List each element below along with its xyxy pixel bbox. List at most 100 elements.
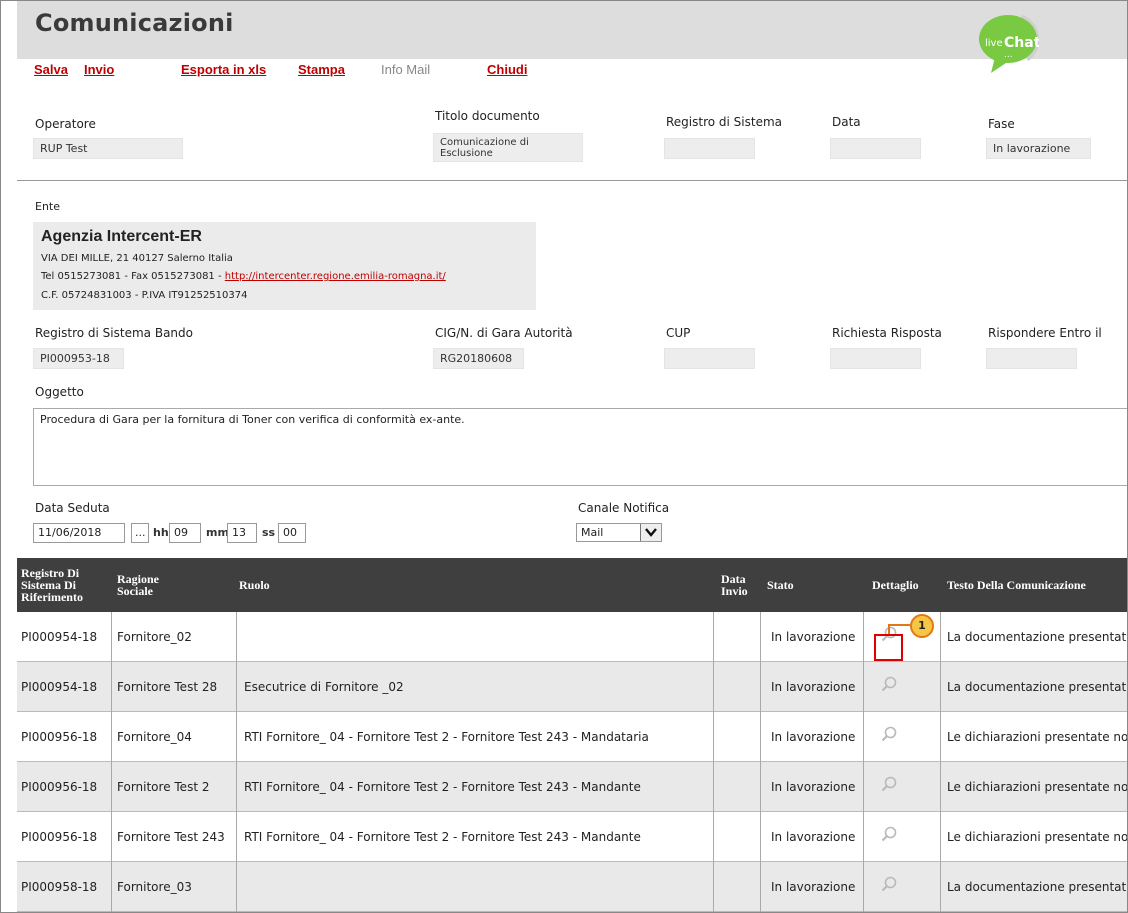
chiudi-button[interactable]: Chiudi [487,62,527,77]
ente-cf: C.F. 05724831003 - P.IVA IT91252510374 [41,290,248,301]
cell-testo-comunicazione: Le dichiarazioni presentate non [947,830,1128,844]
magnifier-icon[interactable] [880,725,898,743]
col-divider [713,662,714,712]
chevron-down-icon[interactable] [640,524,661,541]
col-divider [713,712,714,762]
ente-contacts: Tel 0515273081 - Fax 0515273081 - http:/… [41,271,446,282]
col-divider [940,812,941,862]
livechat-chat-text: Chat [1004,35,1039,51]
callout-leader-line [888,624,910,634]
data-seduta-date-input[interactable]: 11/06/2018 [33,523,125,543]
table-row[interactable]: PI000956-18 Fornitore_04 RTI Fornitore_ … [17,712,1128,762]
cell-stato: In lavorazione [771,830,856,844]
table-row[interactable]: PI000954-18 Fornitore_02 In lavorazione … [17,612,1128,662]
cell-ragione-sociale: Fornitore Test 243 [117,830,225,844]
col-divider [863,812,864,862]
registro-bando-label: Registro di Sistema Bando [35,326,193,340]
col-divider [940,712,941,762]
ente-name: Agenzia Intercent-ER [41,228,202,245]
col-testo-header: Testo Della Comunicazione [947,578,1086,592]
col-divider [760,812,761,862]
col-divider [111,812,112,862]
table-row[interactable]: PI000956-18 Fornitore Test 2 RTI Fornito… [17,762,1127,812]
app-window: Comunicazioni Salva Invio Esporta in xls… [0,0,1128,913]
canale-notifica-select[interactable]: Mail [576,523,662,542]
cell-ragione-sociale: Fornitore_03 [117,880,192,894]
cell-ragione-sociale: Fornitore_02 [117,630,192,644]
cup-field [664,348,755,369]
ente-label: Ente [35,200,61,213]
col-divider [236,812,237,862]
hh-input[interactable]: 09 [169,523,201,543]
titolo-line1: Comunicazione di [440,137,529,148]
cell-ragione-sociale: Fornitore_04 [117,730,192,744]
cell-stato: In lavorazione [771,780,856,794]
col-divider [111,612,112,662]
magnifier-icon[interactable] [880,775,898,793]
cell-registro: PI000956-18 [21,830,98,844]
col-divider [940,862,941,912]
callout-highlight [874,634,903,661]
cig-label: CIG/N. di Gara Autorità [435,326,573,340]
cig-field: RG20180608 [433,348,524,369]
callout-badge: 1 [910,614,934,638]
col-divider [713,862,714,912]
ss-input[interactable]: 00 [278,523,306,543]
section-divider [17,180,1127,181]
table-row[interactable]: PI000956-18 Fornitore Test 243 RTI Forni… [17,812,1128,862]
col-divider [940,612,941,662]
cell-ruolo: RTI Fornitore_ 04 - Fornitore Test 2 - F… [244,830,641,844]
cell-ruolo: RTI Fornitore_ 04 - Fornitore Test 2 - F… [244,730,649,744]
ss-label: ss [262,526,276,539]
cell-testo-comunicazione: La documentazione presentata [947,880,1128,894]
col-ragione-line2: Sociale [117,584,153,598]
fase-field: In lavorazione [986,138,1091,159]
col-registro-header: Registro Di Sistema Di Riferimento [21,567,83,603]
col-ragione-header: Ragione Sociale [117,573,159,597]
esporta-xls-button[interactable]: Esporta in xls [181,62,266,77]
cup-label: CUP [666,326,691,340]
ente-address: VIA DEI MILLE, 21 40127 Salerno Italia [41,253,233,264]
cell-testo-comunicazione: Le dichiarazioni presentate non [947,730,1128,744]
table-row[interactable]: PI000954-18 Fornitore Test 28 Esecutrice… [17,662,1127,712]
titolo-field: Comunicazione di Esclusione [433,133,583,162]
col-divider [713,812,714,862]
registro-bando-field: PI000953-18 [33,348,124,369]
richiesta-label: Richiesta Risposta [832,326,942,340]
col-divider [760,662,761,712]
cell-registro: PI000956-18 [21,730,98,744]
livechat-widget[interactable]: live Chat ... [977,11,1041,75]
stampa-button[interactable]: Stampa [298,62,345,77]
operatore-field: RUP Test [33,138,183,159]
salva-button[interactable]: Salva [34,62,68,77]
col-divider [236,762,237,812]
cell-stato: In lavorazione [771,630,856,644]
rispondere-label: Rispondere Entro il [988,326,1102,340]
oggetto-label: Oggetto [35,385,84,399]
data-label: Data [832,115,861,129]
col-divider [940,662,941,712]
col-divider [863,762,864,812]
table-row[interactable]: PI000958-18 Fornitore_03 In lavorazione … [17,862,1128,912]
magnifier-icon[interactable] [880,875,898,893]
info-mail-button[interactable]: Info Mail [381,62,430,77]
livechat-dots: ... [1004,50,1013,60]
col-registro-line3: Riferimento [21,590,83,604]
cell-testo-comunicazione: La documentazione presentata [947,630,1128,644]
cell-registro: PI000958-18 [21,880,98,894]
col-divider [760,712,761,762]
operatore-label: Operatore [35,117,96,131]
col-divider [236,612,237,662]
col-ruolo-header: Ruolo [239,578,270,592]
ente-website-link[interactable]: http://intercenter.regione.emilia-romagn… [225,271,446,282]
invio-button[interactable]: Invio [84,62,114,77]
hh-label: hh [153,526,169,539]
magnifier-icon[interactable] [880,675,898,693]
date-picker-button[interactable]: ... [131,523,149,543]
ente-tel: Tel 0515273081 - Fax 0515273081 - [41,271,225,282]
col-divider [863,662,864,712]
mm-input[interactable]: 13 [227,523,257,543]
magnifier-icon[interactable] [880,825,898,843]
oggetto-textarea[interactable]: Procedura di Gara per la fornitura di To… [33,408,1127,486]
livechat-bubble-icon: live Chat ... [979,14,1041,73]
